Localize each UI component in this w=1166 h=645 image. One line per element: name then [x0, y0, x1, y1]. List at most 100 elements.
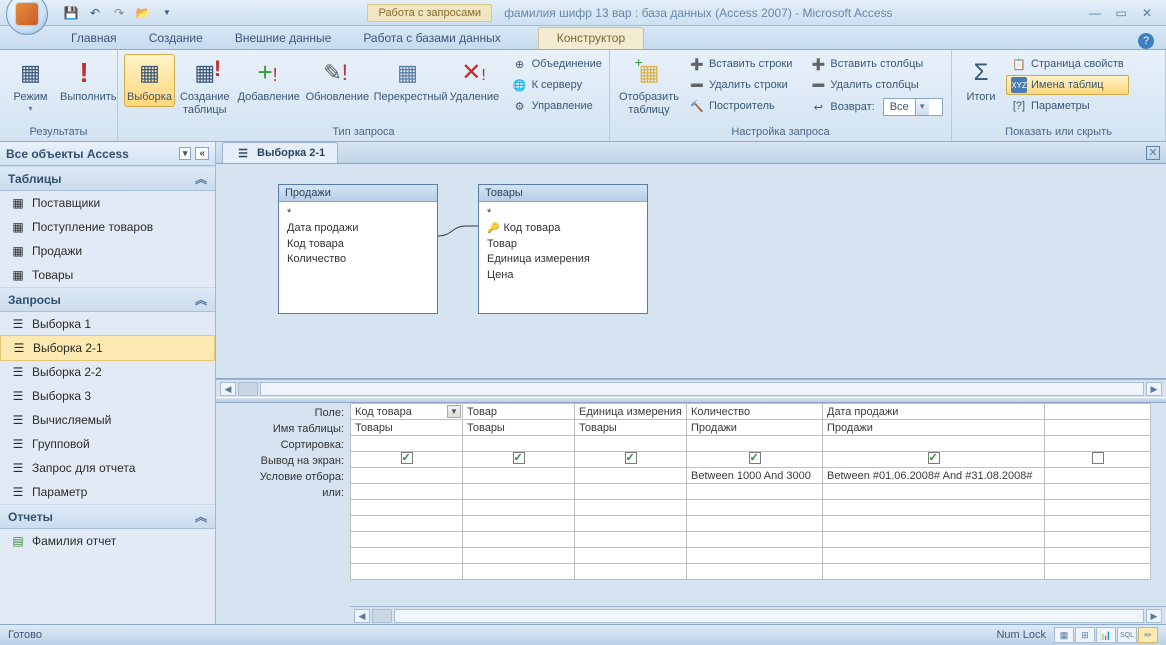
- grid-cell-show[interactable]: [463, 452, 575, 468]
- grid-cell-table[interactable]: Товары: [351, 420, 463, 436]
- nav-table-item[interactable]: ▦Поставщики: [0, 191, 215, 215]
- grid-cell-field[interactable]: Дата продажи: [823, 404, 1045, 420]
- nav-query-item[interactable]: ☰Выборка 2-1: [0, 335, 215, 361]
- checkbox-icon[interactable]: [513, 452, 525, 464]
- scroll-thumb[interactable]: [372, 609, 392, 623]
- chevron-down-icon[interactable]: ▼: [447, 405, 461, 418]
- run-button[interactable]: !Выполнить: [57, 54, 111, 107]
- view-button[interactable]: ▦Режим▾: [6, 54, 55, 116]
- update-button[interactable]: ✎!Обновление: [303, 54, 369, 107]
- showtable-button[interactable]: ▦+Отобразить таблицу: [616, 54, 682, 119]
- tab-external-data[interactable]: Внешние данные: [220, 27, 347, 49]
- chevron-down-icon[interactable]: ▾: [179, 147, 192, 160]
- tab-home[interactable]: Главная: [56, 27, 132, 49]
- scroll-right-icon[interactable]: ▶: [1146, 609, 1162, 623]
- grid-cell-field[interactable]: Код товара▼: [351, 404, 463, 420]
- grid-cell-show[interactable]: [575, 452, 687, 468]
- return-value-combo[interactable]: Все▼: [883, 98, 943, 116]
- scroll-track[interactable]: [260, 382, 1144, 396]
- insert-rows-button[interactable]: ➕Вставить строки: [684, 54, 797, 74]
- datadef-button[interactable]: ⚙Управление: [507, 96, 607, 116]
- save-icon[interactable]: 💾: [62, 4, 80, 22]
- field-item[interactable]: Код товара: [287, 237, 429, 252]
- diagram-scrollbar[interactable]: ◀ ▶: [216, 379, 1166, 397]
- grid-cell-criteria[interactable]: Between 1000 And 3000: [687, 468, 823, 484]
- grid-cell-show[interactable]: [687, 452, 823, 468]
- scroll-track[interactable]: [394, 609, 1144, 623]
- nav-section-tables[interactable]: Таблицы︽: [0, 166, 215, 191]
- table-names-button[interactable]: XYZИмена таблиц: [1006, 75, 1129, 95]
- builder-button[interactable]: 🔨Построитель: [684, 96, 797, 116]
- close-document-button[interactable]: ✕: [1146, 146, 1160, 160]
- nav-table-item[interactable]: ▦Поступление товаров: [0, 215, 215, 239]
- scroll-left-icon[interactable]: ◀: [354, 609, 370, 623]
- nav-report-item[interactable]: ▤Фамилия отчет: [0, 529, 215, 553]
- parameters-button[interactable]: [?]Параметры: [1006, 96, 1129, 116]
- grid-cell-sort[interactable]: [351, 436, 463, 452]
- nav-section-reports[interactable]: Отчеты︽: [0, 504, 215, 529]
- field-item[interactable]: Цена: [487, 268, 639, 283]
- grid-cell-table[interactable]: Товары: [463, 420, 575, 436]
- scroll-left-icon[interactable]: ◀: [220, 382, 236, 396]
- property-sheet-button[interactable]: 📋Страница свойств: [1006, 54, 1129, 74]
- checkbox-icon[interactable]: [749, 452, 761, 464]
- nav-table-item[interactable]: ▦Продажи: [0, 239, 215, 263]
- redo-icon[interactable]: ↷: [110, 4, 128, 22]
- insert-cols-button[interactable]: ➕Вставить столбцы: [805, 54, 947, 74]
- relationship-line[interactable]: [438, 224, 480, 244]
- table-box-goods[interactable]: Товары * 🔑Код товара Товар Единица измер…: [478, 184, 648, 314]
- checkbox-icon[interactable]: [625, 452, 637, 464]
- nav-query-item[interactable]: ☰Выборка 2-2: [0, 360, 215, 384]
- totals-button[interactable]: ΣИтоги: [958, 54, 1004, 107]
- help-icon[interactable]: ?: [1138, 33, 1154, 49]
- grid-cell-table[interactable]: Продажи: [823, 420, 1045, 436]
- collapse-pane-icon[interactable]: «: [195, 147, 209, 160]
- passthrough-button[interactable]: 🌐К серверу: [507, 75, 607, 95]
- grid-cell-field[interactable]: Единица измерения: [575, 404, 687, 420]
- grid-cell-field[interactable]: Количество: [687, 404, 823, 420]
- checkbox-icon[interactable]: [1092, 452, 1104, 464]
- nav-query-item[interactable]: ☰Запрос для отчета: [0, 456, 215, 480]
- grid-cell-table[interactable]: Товары: [575, 420, 687, 436]
- nav-query-item[interactable]: ☰Выборка 3: [0, 384, 215, 408]
- field-item[interactable]: Товар: [487, 237, 639, 252]
- nav-header[interactable]: Все объекты Access ▾«: [0, 142, 215, 166]
- union-button[interactable]: ⊕Объединение: [507, 54, 607, 74]
- table-box-sales[interactable]: Продажи * Дата продажи Код товара Количе…: [278, 184, 438, 314]
- grid-scrollbar[interactable]: ◀ ▶: [350, 606, 1166, 624]
- nav-table-item[interactable]: ▦Товары: [0, 263, 215, 287]
- delete-cols-button[interactable]: ➖Удалить столбцы: [805, 75, 947, 95]
- nav-query-item[interactable]: ☰Выборка 1: [0, 312, 215, 336]
- tab-design[interactable]: Конструктор: [538, 27, 644, 49]
- tab-database-tools[interactable]: Работа с базами данных: [348, 27, 515, 49]
- field-item-key[interactable]: 🔑Код товара: [487, 221, 639, 236]
- field-item[interactable]: Дата продажи: [287, 221, 429, 236]
- checkbox-icon[interactable]: [928, 452, 940, 464]
- document-tab[interactable]: ☰Выборка 2-1: [222, 142, 338, 163]
- grid-cell-show[interactable]: [1045, 452, 1151, 468]
- grid-cell-or[interactable]: [351, 484, 463, 500]
- open-icon[interactable]: 📂: [134, 4, 152, 22]
- grid-cell-table[interactable]: [1045, 420, 1151, 436]
- delete-query-button[interactable]: ✕!Удаление: [447, 54, 501, 107]
- crosstab-button[interactable]: ▦Перекрестный: [371, 54, 445, 107]
- undo-icon[interactable]: ↶: [86, 4, 104, 22]
- grid-cell-criteria[interactable]: [351, 468, 463, 484]
- delete-rows-button[interactable]: ➖Удалить строки: [684, 75, 797, 95]
- datasheet-view-button[interactable]: ▦: [1054, 627, 1074, 643]
- sql-view-button[interactable]: SQL: [1117, 627, 1137, 643]
- grid-cell-show[interactable]: [823, 452, 1045, 468]
- grid-cell-criteria[interactable]: Between #01.06.2008# And #31.08.2008#: [823, 468, 1045, 484]
- scroll-right-icon[interactable]: ▶: [1146, 382, 1162, 396]
- field-item[interactable]: Единица измерения: [487, 252, 639, 267]
- nav-query-item[interactable]: ☰Групповой: [0, 432, 215, 456]
- grid-table[interactable]: Код товара▼ Товар Единица измерения Коли…: [350, 403, 1151, 580]
- checkbox-icon[interactable]: [401, 452, 413, 464]
- minimize-button[interactable]: —: [1084, 6, 1106, 20]
- nav-query-item[interactable]: ☰Параметр: [0, 480, 215, 504]
- grid-cell-field[interactable]: [1045, 404, 1151, 420]
- field-item[interactable]: Количество: [287, 252, 429, 267]
- field-star[interactable]: *: [487, 206, 639, 221]
- scroll-thumb[interactable]: [238, 382, 258, 396]
- grid-cell-table[interactable]: Продажи: [687, 420, 823, 436]
